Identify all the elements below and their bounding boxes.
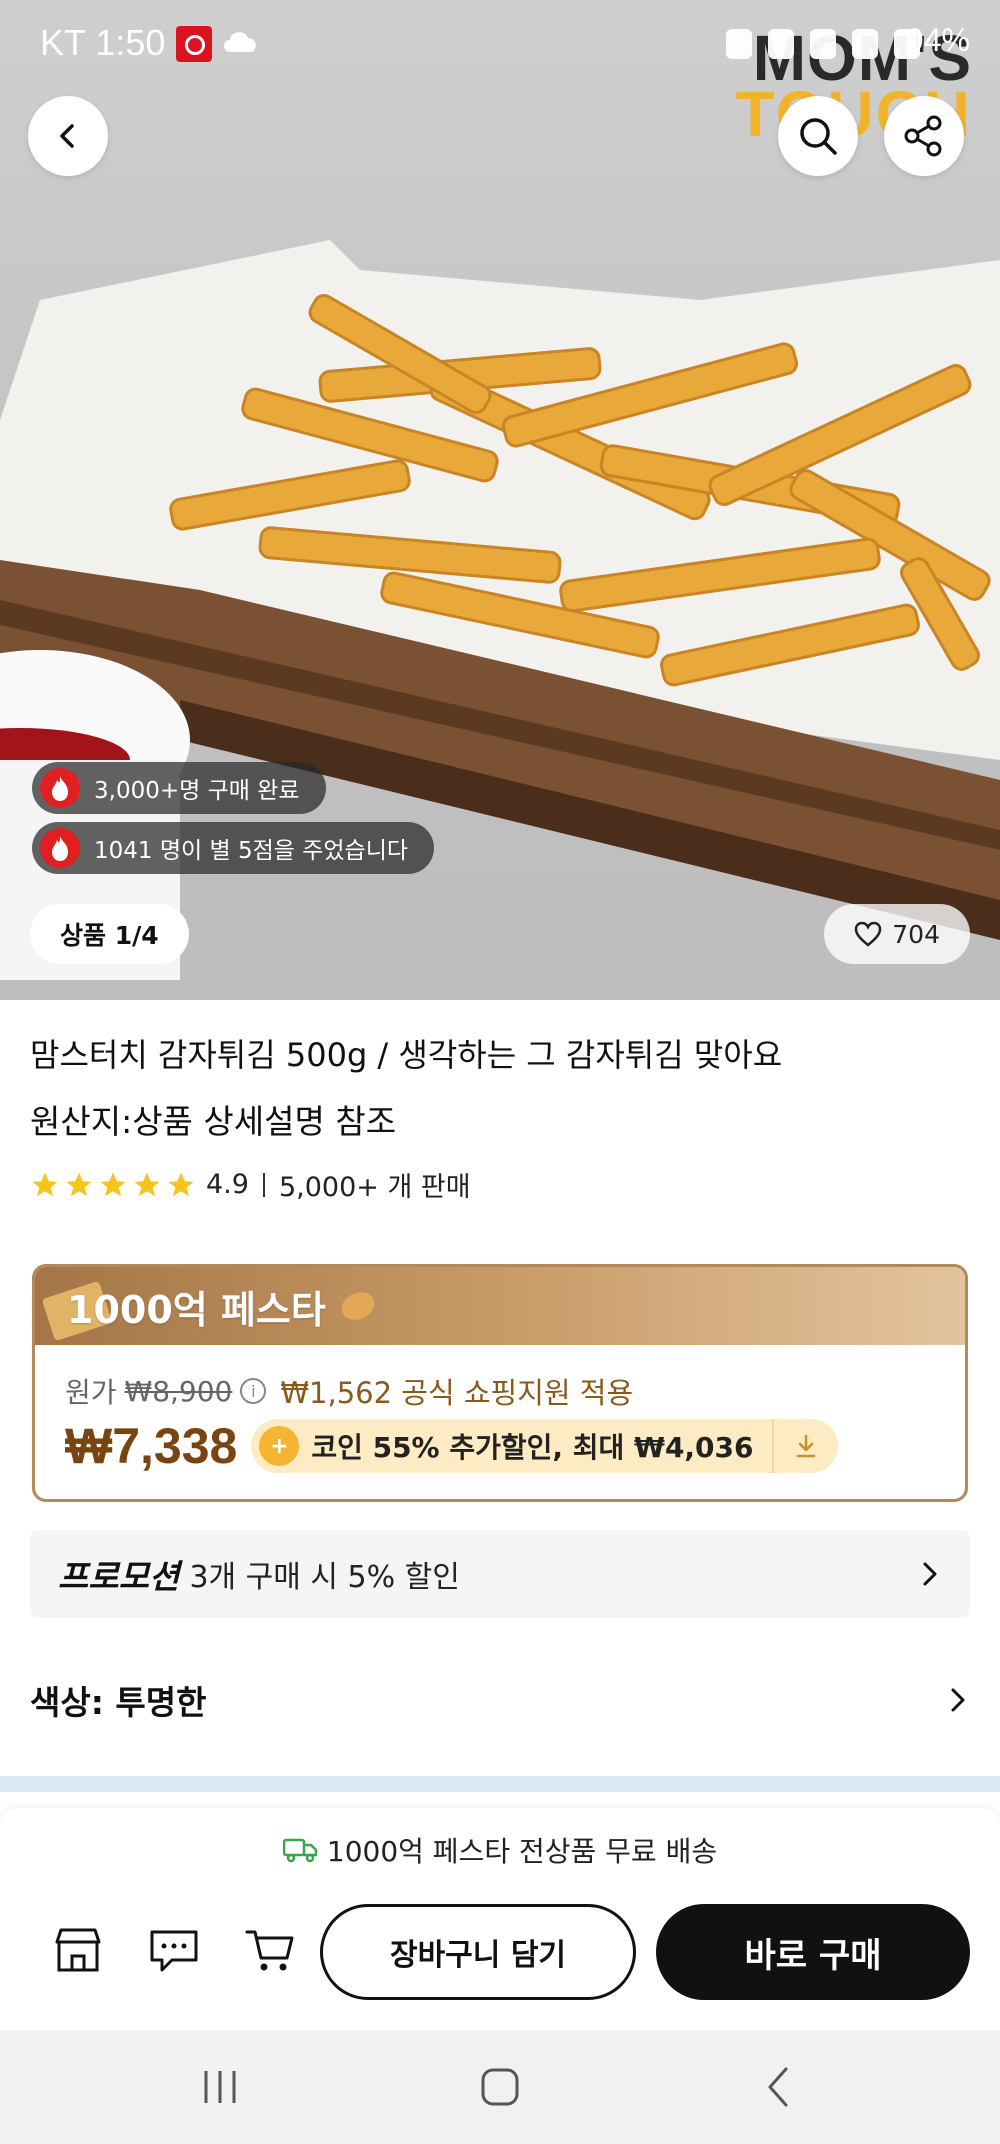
share-button[interactable] <box>884 96 964 176</box>
color-option-row[interactable]: 색상: 투명한 <box>30 1670 970 1730</box>
chevron-right-icon <box>951 1688 965 1712</box>
coin-decoration-icon <box>337 1287 379 1325</box>
recent-apps-button[interactable] <box>190 2062 250 2112</box>
delivery-truck-icon <box>282 1838 317 1863</box>
mute-icon <box>810 29 836 59</box>
coin-discount-bar[interactable]: + 코인 55% 추가할인, 최대 ₩4,036 <box>251 1419 838 1473</box>
system-navigation-bar <box>0 2030 1000 2144</box>
original-price-label: 원가 <box>65 1376 117 1409</box>
back-arrow-icon <box>768 2067 788 2107</box>
wishlist-count: 704 <box>892 919 940 949</box>
bottom-action-bar: 1000억 페스타 전상품 무료 배송 장바구니 담기 바로 구매 <box>0 1808 1000 2030</box>
purchase-count-badge: 3,000+명 구매 완료 <box>32 762 326 814</box>
download-icon <box>796 1434 815 1458</box>
share-icon <box>904 115 942 157</box>
promotion-row[interactable]: 프로모션 3개 구매 시 5% 할인 <box>30 1530 970 1618</box>
search-icon <box>800 118 837 155</box>
final-price: ₩7,338 <box>65 1418 238 1474</box>
shopping-support-text: ₩1,562 공식 쇼핑지원 적용 <box>280 1376 634 1410</box>
add-to-cart-button[interactable]: 장바구니 담기 <box>320 1904 636 2000</box>
hd-icon <box>852 29 878 59</box>
star-rating <box>30 1170 196 1200</box>
download-coupon-button[interactable] <box>771 1419 838 1473</box>
purchase-count-text: 3,000+명 구매 완료 <box>94 778 300 804</box>
fire-icon <box>40 768 80 808</box>
star-icon <box>66 1172 92 1196</box>
status-bar: KT 1:50 94% <box>0 0 1000 90</box>
recent-apps-icon <box>204 2071 236 2103</box>
app-notification-icon <box>176 26 212 62</box>
home-button[interactable] <box>470 2062 530 2112</box>
battery-level: 94% <box>905 22 970 58</box>
rating-divider <box>262 1172 265 1197</box>
search-button[interactable] <box>778 96 858 176</box>
star-icon <box>134 1172 160 1196</box>
alarm-icon <box>768 29 794 59</box>
sold-count: 5,000+ 개 판매 <box>278 1172 471 1203</box>
heart-icon <box>855 921 882 947</box>
coin-icon: + <box>259 1426 300 1466</box>
image-counter: 상품 1/4 <box>30 904 189 964</box>
product-title: 맘스터치 감자튀김 500g / 생각하는 그 감자튀김 맞아요 <box>30 1036 783 1074</box>
cart-button[interactable] <box>240 1920 300 1980</box>
store-icon <box>55 1928 101 1972</box>
battery-saver-icon <box>726 29 752 59</box>
back-button[interactable] <box>28 96 108 176</box>
festa-title: 1000억 페스타 <box>67 1288 326 1332</box>
status-time: KT 1:50 <box>40 22 166 63</box>
review-count-badge: 1041 명이 별 5점을 주었습니다 <box>32 822 435 874</box>
wishlist-button[interactable]: 704 <box>824 904 970 964</box>
store-button[interactable] <box>48 1920 108 1980</box>
fire-icon <box>40 828 80 868</box>
coin-discount-text: 코인 55% 추가할인, 최대 ₩4,036 <box>311 1431 754 1464</box>
shopping-cart-icon <box>245 1930 294 1971</box>
info-icon[interactable]: i <box>240 1378 267 1404</box>
original-price: ₩8,900 <box>124 1374 233 1408</box>
rating-score: 4.9 <box>206 1169 249 1200</box>
free-shipping-notice: 1000억 페스타 전상품 무료 배송 <box>0 1830 1000 1870</box>
section-divider <box>0 1776 1000 1792</box>
rating-row[interactable]: 4.9 5,000+ 개 판매 <box>30 1165 471 1204</box>
star-icon <box>100 1172 126 1196</box>
chevron-right-icon <box>923 1562 937 1586</box>
festa-price-box: 1000억 페스타 원가 ₩8,900 i ₩1,562 공식 쇼핑지원 적용 … <box>32 1264 968 1502</box>
promotion-label: 프로모션 <box>58 1557 180 1596</box>
home-icon <box>481 2068 519 2106</box>
chat-button[interactable] <box>144 1920 204 1980</box>
color-option-label: 색상: 투명한 <box>30 1683 207 1722</box>
review-count-text: 1041 명이 별 5점을 주었습니다 <box>94 838 409 864</box>
final-price-row: ₩7,338 + 코인 55% 추가할인, 최대 ₩4,036 <box>65 1417 838 1475</box>
star-icon <box>32 1172 58 1196</box>
chat-icon <box>150 1930 198 1972</box>
promotion-text: 3개 구매 시 5% 할인 <box>189 1560 460 1595</box>
original-price-row: 원가 ₩8,900 i ₩1,562 공식 쇼핑지원 적용 <box>65 1370 633 1412</box>
festa-header: 1000억 페스타 <box>35 1267 965 1345</box>
chevron-left-icon <box>60 124 74 148</box>
system-back-button[interactable] <box>750 2062 810 2112</box>
chat-bubble-icon <box>224 32 256 52</box>
free-shipping-text: 1000억 페스타 전상품 무료 배송 <box>326 1835 718 1868</box>
status-icons <box>726 24 920 64</box>
buy-now-button[interactable]: 바로 구매 <box>656 1904 970 2000</box>
product-origin: 원산지:상품 상세설명 참조 <box>30 1102 397 1141</box>
star-icon <box>168 1172 194 1196</box>
